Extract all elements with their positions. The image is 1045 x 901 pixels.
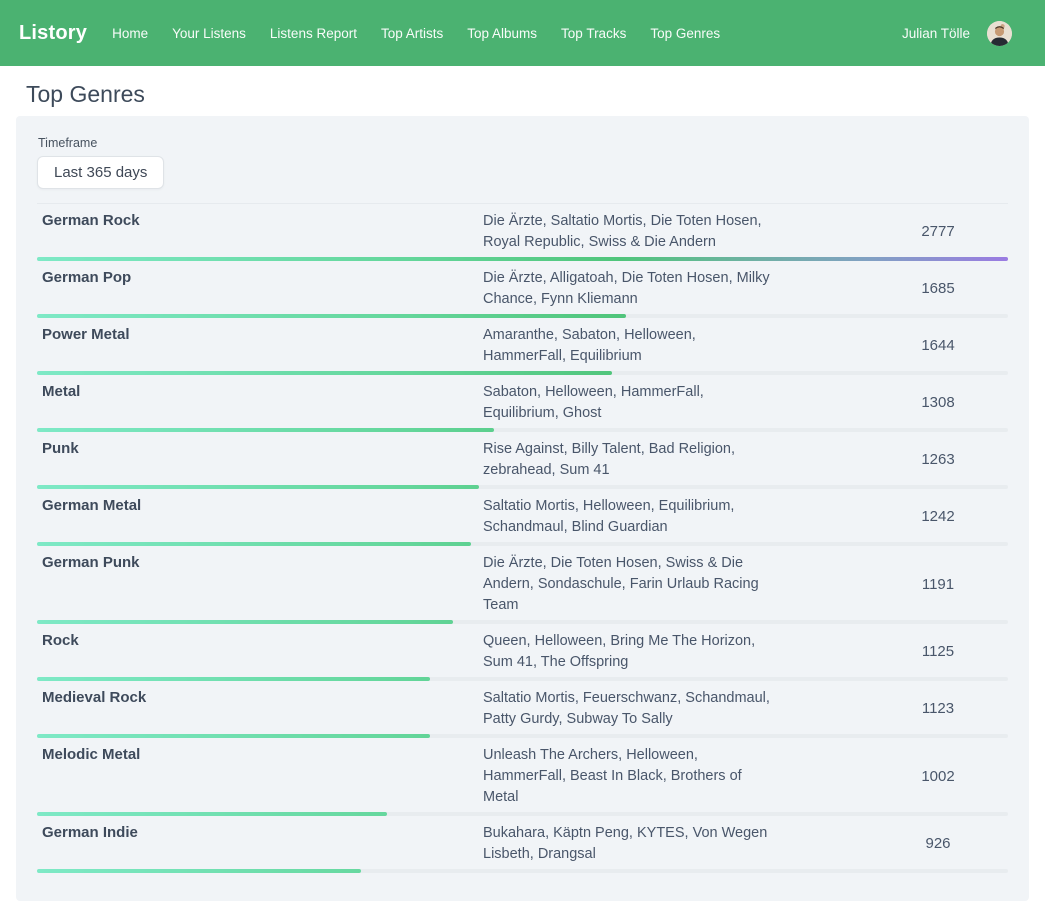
brand-logo[interactable]: Listory [19, 22, 87, 45]
genre-count: 1644 [868, 337, 1008, 354]
genre-count: 1263 [868, 451, 1008, 468]
top-genres-card: Timeframe Last 365 days German Rock Die … [16, 116, 1029, 901]
nav-item-home[interactable]: Home [112, 26, 148, 41]
main-nav: Home Your Listens Listens Report Top Art… [112, 26, 720, 41]
genre-artists: Unleash The Archers, Helloween, HammerFa… [483, 744, 868, 808]
genre-count: 1002 [868, 768, 1008, 785]
genre-name: Punk [37, 438, 483, 457]
genre-count: 926 [868, 835, 1008, 852]
genre-name: Power Metal [37, 324, 483, 343]
avatar-image [987, 21, 1012, 46]
genre-name: Rock [37, 630, 483, 649]
user-name[interactable]: Julian Tölle [902, 26, 970, 41]
genre-row: German Metal Saltatio Mortis, Helloween,… [37, 489, 1008, 546]
genre-row: German Indie Bukahara, Käptn Peng, KYTES… [37, 816, 1008, 873]
genre-artists: Die Ärzte, Alligatoah, Die Toten Hosen, … [483, 267, 868, 310]
genre-artists: Amaranthe, Sabaton, Helloween, HammerFal… [483, 324, 868, 367]
genre-row: Power Metal Amaranthe, Sabaton, Hellowee… [37, 318, 1008, 375]
genre-artists: Die Ärzte, Saltatio Mortis, Die Toten Ho… [483, 210, 868, 253]
genre-bar-track [37, 869, 1008, 873]
genre-bar-fill [37, 869, 361, 873]
genre-list: German Rock Die Ärzte, Saltatio Mortis, … [37, 203, 1008, 873]
genre-row: German Rock Die Ärzte, Saltatio Mortis, … [37, 204, 1008, 261]
genre-row: German Pop Die Ärzte, Alligatoah, Die To… [37, 261, 1008, 318]
genre-artists: Die Ärzte, Die Toten Hosen, Swiss & Die … [483, 552, 868, 616]
genre-artists: Queen, Helloween, Bring Me The Horizon, … [483, 630, 868, 673]
nav-item-top-tracks[interactable]: Top Tracks [561, 26, 626, 41]
timeframe-label: Timeframe [38, 136, 1008, 150]
genre-row: Rock Queen, Helloween, Bring Me The Hori… [37, 624, 1008, 681]
user-avatar[interactable] [987, 21, 1012, 46]
genre-artists: Saltatio Mortis, Helloween, Equilibrium,… [483, 495, 868, 538]
genre-count: 1123 [868, 700, 1008, 717]
main-content: Top Genres Timeframe Last 365 days Germa… [0, 80, 1045, 901]
genre-artists: Rise Against, Billy Talent, Bad Religion… [483, 438, 868, 481]
genre-count: 1191 [868, 576, 1008, 593]
genre-count: 2777 [868, 223, 1008, 240]
genre-row: Punk Rise Against, Billy Talent, Bad Rel… [37, 432, 1008, 489]
genre-row: Metal Sabaton, Helloween, HammerFall, Eq… [37, 375, 1008, 432]
genre-row: Medieval Rock Saltatio Mortis, Feuerschw… [37, 681, 1008, 738]
genre-name: German Pop [37, 267, 483, 286]
nav-item-top-artists[interactable]: Top Artists [381, 26, 443, 41]
app-header: Listory Home Your Listens Listens Report… [0, 0, 1045, 66]
genre-artists: Bukahara, Käptn Peng, KYTES, Von Wegen L… [483, 822, 868, 865]
genre-count: 1685 [868, 280, 1008, 297]
genre-artists: Saltatio Mortis, Feuerschwanz, Schandmau… [483, 687, 868, 730]
nav-item-your-listens[interactable]: Your Listens [172, 26, 246, 41]
nav-item-top-genres[interactable]: Top Genres [650, 26, 720, 41]
genre-name: German Metal [37, 495, 483, 514]
genre-name: German Rock [37, 210, 483, 229]
genre-name: German Indie [37, 822, 483, 841]
genre-row: German Punk Die Ärzte, Die Toten Hosen, … [37, 546, 1008, 624]
timeframe-filter: Timeframe Last 365 days [37, 136, 1008, 189]
page-title: Top Genres [26, 80, 1019, 108]
genre-name: Melodic Metal [37, 744, 483, 763]
nav-item-listens-report[interactable]: Listens Report [270, 26, 357, 41]
nav-item-top-albums[interactable]: Top Albums [467, 26, 537, 41]
genre-count: 1125 [868, 643, 1008, 660]
genre-row: Melodic Metal Unleash The Archers, Hello… [37, 738, 1008, 816]
genre-artists: Sabaton, Helloween, HammerFall, Equilibr… [483, 381, 868, 424]
genre-count: 1242 [868, 508, 1008, 525]
genre-name: Metal [37, 381, 483, 400]
genre-name: Medieval Rock [37, 687, 483, 706]
genre-count: 1308 [868, 394, 1008, 411]
genre-name: German Punk [37, 552, 483, 571]
timeframe-select[interactable]: Last 365 days [37, 156, 164, 189]
